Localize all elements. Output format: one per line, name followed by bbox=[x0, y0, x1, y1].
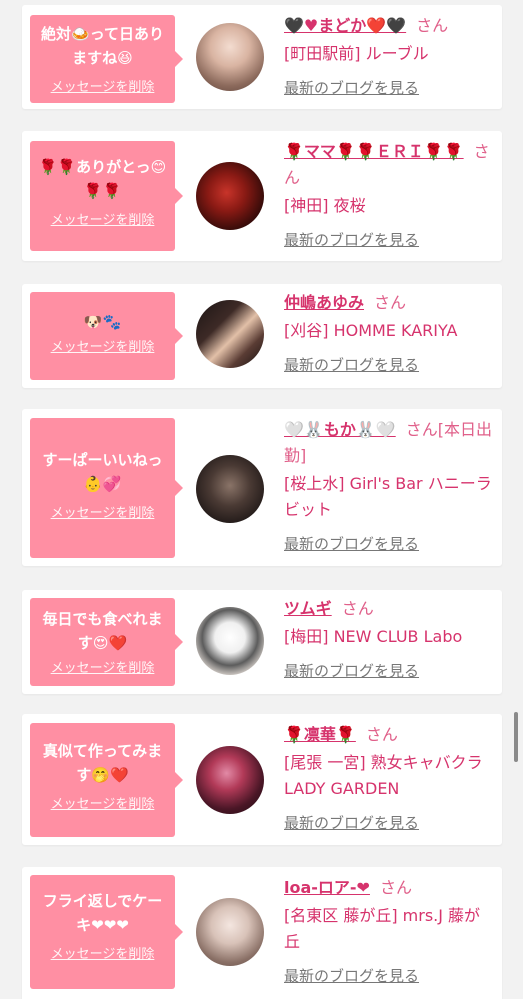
message-card: すーぱーいいねっ👶💞 メッセージを削除 🤍🐰もか🐰🤍 さん[本日出勤] [桜上水]… bbox=[22, 409, 502, 566]
avatar[interactable] bbox=[196, 746, 264, 814]
message-text: すーぱーいいねっ👶💞 bbox=[42, 451, 163, 493]
sender-info: 🖤♥まどか❤️🖤 さん [町田駅前] ルーブル 最新のブログを見る bbox=[284, 13, 494, 98]
sender-info: 🤍🐰もか🐰🤍 さん[本日出勤] [桜上水] Girl's Bar ハニーラビット … bbox=[284, 417, 494, 554]
message-bubble: 🌹🌹ありがとっ😊🌹🌹 メッセージを削除 bbox=[30, 141, 183, 251]
message-bubble: 絶対🍛って日ありますね😆 メッセージを削除 bbox=[30, 15, 183, 103]
message-text: 絶対🍛って日ありますね😆 bbox=[41, 25, 164, 67]
sender-info: ツムギ さん [梅田] NEW CLUB Labo 最新のブログを見る bbox=[284, 596, 494, 681]
scrollbar[interactable] bbox=[514, 712, 518, 762]
name-line: 🤍🐰もか🐰🤍 さん[本日出勤] bbox=[284, 417, 494, 469]
delete-message-button[interactable]: メッセージを削除 bbox=[51, 76, 155, 95]
avatar[interactable] bbox=[196, 162, 264, 230]
name-line: 🖤♥まどか❤️🖤 さん bbox=[284, 13, 494, 39]
avatar[interactable] bbox=[196, 898, 264, 966]
name-line: loa-ロア-❤ さん bbox=[284, 875, 494, 901]
delete-message-button[interactable]: メッセージを削除 bbox=[51, 657, 155, 676]
sender-info: 🌹ママ🌹🌹ＥＲＩ🌹🌹 さん [神田] 夜桜 最新のブログを見る bbox=[284, 139, 494, 250]
shop-name: [神田] 夜桜 bbox=[284, 196, 366, 215]
latest-blog-link[interactable]: 最新のブログを見る bbox=[284, 229, 419, 250]
delete-message-button[interactable]: メッセージを削除 bbox=[51, 793, 155, 812]
message-card: 🐶🐾 メッセージを削除 仲嶋あゆみ さん [刈谷] HOMME KARIYA 最新… bbox=[22, 284, 502, 388]
sender-name-link[interactable]: loa-ロア-❤ bbox=[284, 878, 370, 897]
delete-message-button[interactable]: メッセージを削除 bbox=[51, 502, 155, 521]
latest-blog-link[interactable]: 最新のブログを見る bbox=[284, 533, 419, 554]
sender-name-link[interactable]: ツムギ bbox=[284, 599, 332, 618]
sender-name-link[interactable]: 🌹凛華🌹 bbox=[284, 725, 356, 744]
sender-info: 仲嶋あゆみ さん [刈谷] HOMME KARIYA 最新のブログを見る bbox=[284, 290, 494, 375]
message-bubble: 毎日でも食べれます😍❤️ メッセージを削除 bbox=[30, 598, 183, 686]
message-bubble: 🐶🐾 メッセージを削除 bbox=[30, 292, 183, 380]
sender-name-link[interactable]: 🖤♥まどか❤️🖤 bbox=[284, 16, 406, 35]
shop-name: [名東区 藤が丘] mrs.J 藤が丘 bbox=[284, 906, 481, 951]
shop-name: [梅田] NEW CLUB Labo bbox=[284, 627, 463, 646]
name-line: ツムギ さん bbox=[284, 596, 494, 622]
message-bubble: フライ返しでケーキ❤❤❤ メッセージを削除 bbox=[30, 875, 183, 989]
message-list: 絶対🍛って日ありますね😆 メッセージを削除 🖤♥まどか❤️🖤 さん [町田駅前] … bbox=[0, 0, 523, 999]
shop-name: [町田駅前] ルーブル bbox=[284, 44, 429, 63]
message-card: 真似て作ってみます🤭❤️ メッセージを削除 🌹凛華🌹 さん [尾張 一宮] 熟女キ… bbox=[22, 714, 502, 845]
sender-name-link[interactable]: 🌹ママ🌹🌹ＥＲＩ🌹🌹 bbox=[284, 142, 464, 161]
message-text: 毎日でも食べれます😍❤️ bbox=[42, 610, 163, 652]
latest-blog-link[interactable]: 最新のブログを見る bbox=[284, 660, 419, 681]
message-text: 🌹🌹ありがとっ😊🌹🌹 bbox=[38, 158, 167, 200]
delete-message-button[interactable]: メッセージを削除 bbox=[51, 943, 155, 962]
avatar[interactable] bbox=[196, 455, 264, 523]
sender-name-link[interactable]: 🤍🐰もか🐰🤍 bbox=[284, 420, 396, 439]
sender-info: 🌹凛華🌹 さん [尾張 一宮] 熟女キャバクラ LADY GARDEN 最新のブロ… bbox=[284, 722, 494, 833]
name-line: 仲嶋あゆみ さん bbox=[284, 290, 494, 316]
honorific: さん bbox=[365, 725, 398, 744]
avatar[interactable] bbox=[196, 300, 264, 368]
latest-blog-link[interactable]: 最新のブログを見る bbox=[284, 812, 419, 833]
message-text: 🐶🐾 bbox=[83, 313, 122, 331]
latest-blog-link[interactable]: 最新のブログを見る bbox=[284, 77, 419, 98]
honorific: さん bbox=[405, 420, 438, 439]
message-text: 真似て作ってみます🤭❤️ bbox=[42, 742, 163, 784]
honorific: さん bbox=[379, 878, 412, 897]
avatar[interactable] bbox=[196, 607, 264, 675]
message-card: 🌹🌹ありがとっ😊🌹🌹 メッセージを削除 🌹ママ🌹🌹ＥＲＩ🌹🌹 さん [神田] 夜桜… bbox=[22, 131, 502, 261]
shop-name: [尾張 一宮] 熟女キャバクラ LADY GARDEN bbox=[284, 753, 483, 798]
latest-blog-link[interactable]: 最新のブログを見る bbox=[284, 354, 419, 375]
message-card: 絶対🍛って日ありますね😆 メッセージを削除 🖤♥まどか❤️🖤 さん [町田駅前] … bbox=[22, 5, 502, 109]
delete-message-button[interactable]: メッセージを削除 bbox=[51, 336, 155, 355]
message-bubble: すーぱーいいねっ👶💞 メッセージを削除 bbox=[30, 418, 183, 558]
name-line: 🌹ママ🌹🌹ＥＲＩ🌹🌹 さん bbox=[284, 139, 494, 191]
latest-blog-link[interactable]: 最新のブログを見る bbox=[284, 965, 419, 986]
sender-name-link[interactable]: 仲嶋あゆみ bbox=[284, 293, 364, 312]
name-line: 🌹凛華🌹 さん bbox=[284, 722, 494, 748]
delete-message-button[interactable]: メッセージを削除 bbox=[51, 209, 155, 228]
honorific: さん bbox=[341, 599, 374, 618]
honorific: さん bbox=[374, 293, 407, 312]
honorific: さん bbox=[416, 16, 449, 35]
shop-name: [刈谷] HOMME KARIYA bbox=[284, 321, 458, 340]
message-bubble: 真似て作ってみます🤭❤️ メッセージを削除 bbox=[30, 723, 183, 837]
message-text: フライ返しでケーキ❤❤❤ bbox=[42, 892, 163, 934]
message-card: 毎日でも食べれます😍❤️ メッセージを削除 ツムギ さん [梅田] NEW CLU… bbox=[22, 590, 502, 694]
message-card: フライ返しでケーキ❤❤❤ メッセージを削除 loa-ロア-❤ さん [名東区 藤が… bbox=[22, 867, 502, 999]
shop-name: [桜上水] Girl's Bar ハニーラビット bbox=[284, 474, 492, 519]
avatar[interactable] bbox=[196, 23, 264, 91]
sender-info: loa-ロア-❤ さん [名東区 藤が丘] mrs.J 藤が丘 最新のブログを見る bbox=[284, 875, 494, 986]
